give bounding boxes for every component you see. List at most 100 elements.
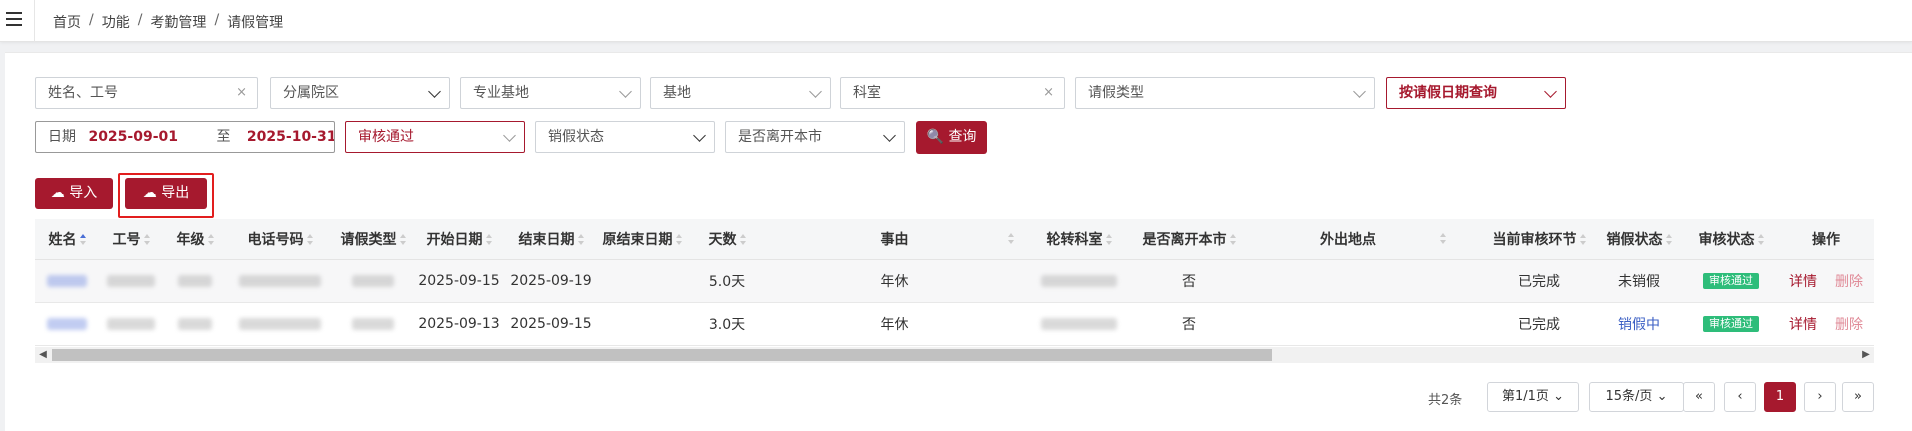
col-end-date[interactable]: 结束日期 <box>505 219 597 260</box>
clear-icon[interactable]: × <box>236 78 247 108</box>
chevron-down-icon <box>883 129 896 142</box>
campus-select[interactable]: 分属院区 <box>270 77 450 109</box>
leave-city-select[interactable]: 是否离开本市 <box>725 121 905 153</box>
date-mode-select-label: 按请假日期查询 <box>1399 85 1497 101</box>
cell-start: 2025-09-15 <box>413 259 505 303</box>
cell-place <box>1242 259 1454 303</box>
cell-cancel-status: 销假中 <box>1594 302 1684 346</box>
col-grade[interactable]: 年级 <box>163 219 227 260</box>
delete-link[interactable]: 删除 <box>1835 317 1863 333</box>
import-button-label: 导入 <box>69 185 98 201</box>
scrollbar-thumb[interactable] <box>52 349 1272 361</box>
page-info-select[interactable]: 第1/1页 ⌄ <box>1487 382 1579 412</box>
col-reason[interactable]: 事由 <box>767 219 1022 260</box>
cell-start: 2025-09-13 <box>413 302 505 346</box>
col-leave-type[interactable]: 请假类型 <box>333 219 413 260</box>
date-to-label: 至 <box>216 129 231 145</box>
leave-city-label: 是否离开本市 <box>738 129 822 145</box>
page-info-label: 第1/1页 <box>1502 389 1549 404</box>
clear-icon[interactable]: × <box>1043 78 1054 108</box>
chevron-down-icon: ⌄ <box>1656 389 1668 404</box>
leave-type-select[interactable]: 请假类型 <box>1075 77 1375 109</box>
date-label: 日期 <box>48 129 76 145</box>
cell-grade-redacted <box>163 259 227 303</box>
chevron-down-icon <box>693 129 706 142</box>
cell-place <box>1242 302 1454 346</box>
first-page-button[interactable]: « <box>1683 382 1715 412</box>
review-status-select[interactable]: 审核通过 <box>345 121 525 153</box>
date-mode-select[interactable]: 按请假日期查询 <box>1386 77 1566 109</box>
name-search-input[interactable]: 姓名、工号 × <box>35 77 258 109</box>
cell-grade-redacted <box>163 302 227 346</box>
cell-leave-city: 否 <box>1136 259 1242 303</box>
breadcrumb-function[interactable]: 功能 <box>102 12 130 32</box>
breadcrumb-attendance[interactable]: 考勤管理 <box>150 12 206 32</box>
col-leave-city[interactable]: 是否离开本市 <box>1136 219 1242 260</box>
review-status-label: 审核通过 <box>358 129 414 145</box>
export-button[interactable]: ☁ 导出 <box>125 178 207 209</box>
cell-review-step: 已完成 <box>1484 259 1594 303</box>
cell-phone-redacted <box>227 259 333 303</box>
col-destination[interactable]: 外出地点 <box>1242 219 1454 260</box>
col-name[interactable]: 姓名 <box>35 219 99 260</box>
page-size-select[interactable]: 15条/页 ⌄ <box>1589 382 1684 412</box>
date-from[interactable]: 2025-09-01 <box>88 129 178 145</box>
col-start-date[interactable]: 开始日期 <box>413 219 505 260</box>
col-days[interactable]: 天数 <box>687 219 767 260</box>
cell-audit-status: 审核通过 <box>1684 302 1778 346</box>
col-audit-status[interactable]: 审核状态 <box>1684 219 1778 260</box>
base-select[interactable]: 基地 <box>650 77 831 109</box>
dept-input[interactable]: 科室 × <box>840 77 1065 109</box>
cell-days: 5.0天 <box>687 259 767 303</box>
cell-end: 2025-09-19 <box>505 259 597 303</box>
cell-hidden <box>1454 302 1484 346</box>
total-count: 共2条 <box>1428 393 1463 408</box>
base-select-label: 基地 <box>663 85 691 101</box>
col-rotation-dept[interactable]: 轮转科室 <box>1022 219 1136 260</box>
horizontal-scrollbar[interactable]: ◀ ▶ <box>35 347 1874 363</box>
prev-page-button[interactable]: ‹ <box>1724 382 1756 412</box>
col-phone[interactable]: 电话号码 <box>227 219 333 260</box>
scroll-left-icon[interactable]: ◀ <box>35 347 51 363</box>
detail-link[interactable]: 详情 <box>1789 317 1817 333</box>
query-button[interactable]: 🔍 查询 <box>916 121 987 154</box>
status-badge: 审核通过 <box>1703 316 1759 332</box>
cell-review-step: 已完成 <box>1484 302 1594 346</box>
cell-actions: 详情 删除 <box>1778 259 1874 303</box>
last-page-button[interactable]: » <box>1842 382 1874 412</box>
breadcrumb: 首页 / 功能 / 考勤管理 / 请假管理 <box>53 12 284 32</box>
page-1-button[interactable]: 1 <box>1764 382 1796 412</box>
cell-reason: 年休 <box>767 302 1022 346</box>
col-review-step[interactable]: 当前审核环节 <box>1484 219 1594 260</box>
detail-link[interactable]: 详情 <box>1789 274 1817 290</box>
cell-leave-city: 否 <box>1136 302 1242 346</box>
import-button[interactable]: ☁ 导入 <box>35 178 113 209</box>
date-range-input[interactable]: 日期 2025-09-01 至 2025-10-31 <box>35 121 335 153</box>
col-orig-end-date[interactable]: 原结束日期 <box>597 219 687 260</box>
chevron-down-icon: ⌄ <box>1553 389 1564 404</box>
cloud-upload-icon: ☁ <box>50 185 65 201</box>
col-id[interactable]: 工号 <box>99 219 163 260</box>
scroll-right-icon[interactable]: ▶ <box>1858 347 1874 363</box>
col-cancel-status[interactable]: 销假状态 <box>1594 219 1684 260</box>
chevron-down-icon <box>1544 85 1557 98</box>
cell-name-redacted[interactable] <box>35 259 99 303</box>
export-button-label: 导出 <box>161 185 190 201</box>
delete-link[interactable]: 删除 <box>1835 274 1863 290</box>
name-search-placeholder: 姓名、工号 <box>48 85 118 101</box>
table-row: 2025-09-15 2025-09-19 5.0天 年休 否 已完成 未销假 … <box>35 259 1874 303</box>
leave-type-select-label: 请假类型 <box>1088 85 1144 101</box>
chevron-down-icon <box>428 85 441 98</box>
table-row: 2025-09-13 2025-09-15 3.0天 年休 否 已完成 销假中 … <box>35 302 1874 346</box>
menu-icon[interactable] <box>6 12 22 26</box>
breadcrumb-home[interactable]: 首页 <box>53 12 81 32</box>
date-to[interactable]: 2025-10-31 <box>247 129 334 145</box>
pro-base-select[interactable]: 专业基地 <box>460 77 641 109</box>
pro-base-select-label: 专业基地 <box>473 85 529 101</box>
cancel-status-select[interactable]: 销假状态 <box>535 121 715 153</box>
cell-name-redacted[interactable] <box>35 302 99 346</box>
cell-days: 3.0天 <box>687 302 767 346</box>
table-header: 姓名 工号 年级 电话号码 请假类型 开始日期 结束日期 原结束日期 天数 事由… <box>35 219 1874 260</box>
next-page-button[interactable]: › <box>1804 382 1836 412</box>
dept-input-placeholder: 科室 <box>853 85 881 101</box>
